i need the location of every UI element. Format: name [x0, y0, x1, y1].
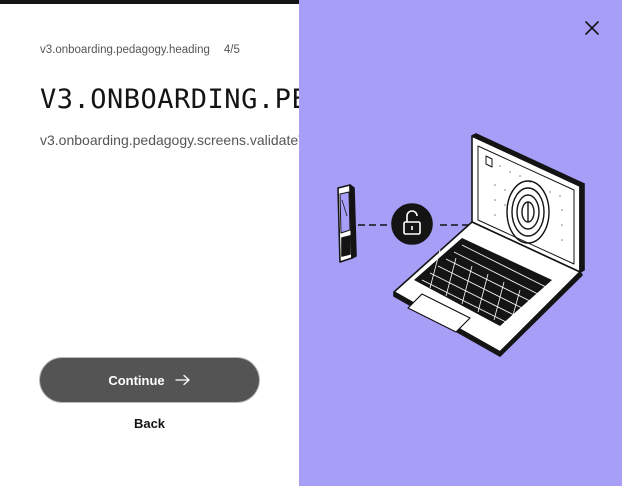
- hardware-wallet-icon: [337, 184, 357, 263]
- continue-button[interactable]: Continue: [40, 358, 259, 402]
- step-heading: v3.onboarding.pedagogy.heading: [40, 44, 210, 56]
- arrow-right-icon: [175, 374, 191, 386]
- back-button[interactable]: Back: [40, 416, 259, 431]
- close-button[interactable]: [580, 18, 604, 42]
- device-laptop-illustration: [330, 130, 592, 363]
- unlocked-padlock-icon: [391, 203, 433, 245]
- content-panel: v3.onboarding.pedagogy.heading 4/5 V3.ONB…: [0, 0, 299, 486]
- page-description: v3.onboarding.pedagogy.screens.validateT…: [40, 132, 299, 148]
- close-icon: [584, 20, 600, 41]
- step-counter: 4/5: [223, 44, 240, 56]
- continue-button-label: Continue: [108, 372, 165, 388]
- page-title: V3.ONBOARDING.PEDAGOGY.SCREENS.VALIDATET…: [40, 84, 299, 115]
- step-indicator: v3.onboarding.pedagogy.heading 4/5: [40, 40, 240, 58]
